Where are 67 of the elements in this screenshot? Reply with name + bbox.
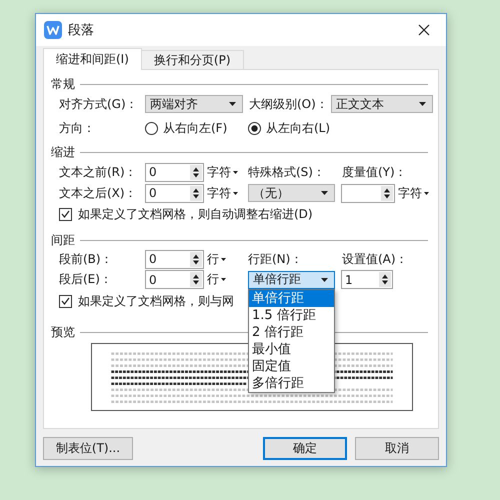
field-label: 行距(N)： — [248, 250, 304, 268]
radio-button[interactable] — [248, 122, 261, 134]
caret-icon — [221, 258, 226, 260]
menu-option[interactable]: 2 倍行距 — [249, 324, 334, 340]
spinner-icon[interactable] — [190, 164, 202, 180]
spinner-icon[interactable] — [379, 272, 391, 287]
menu-option[interactable]: 1.5 倍行距 — [249, 306, 334, 324]
dropdown[interactable]: 正文文本 — [331, 95, 433, 113]
field-label: 文本之后(X)： — [59, 184, 138, 202]
caret-icon — [233, 170, 238, 174]
app-logo-icon — [44, 21, 62, 39]
tab[interactable]: 换行和分页(P) — [140, 50, 244, 69]
spinner-icon[interactable] — [190, 186, 202, 200]
number-field[interactable]: 0 — [145, 250, 204, 268]
checkbox-label: 如果定义了文档网格，则自动调整右缩进(D) — [78, 206, 313, 222]
field-label: 方向： — [59, 120, 96, 136]
spinner-icon[interactable] — [190, 252, 202, 266]
field-label: 段后(E)： — [59, 271, 113, 288]
unit-label[interactable]: 字符 — [207, 164, 231, 180]
caret-icon — [419, 102, 426, 106]
checkbox[interactable] — [59, 208, 72, 220]
close-icon[interactable] — [418, 24, 430, 36]
unit-label[interactable]: 字符 — [398, 184, 422, 202]
caret-icon — [229, 102, 236, 106]
section-heading: 缩进 — [51, 144, 75, 160]
field-label: 对齐方式(G)： — [59, 96, 139, 112]
unit-label[interactable]: 行 — [207, 250, 219, 268]
field-label: 特殊格式(S)： — [248, 164, 326, 180]
menu-option[interactable]: 最小值 — [249, 340, 334, 358]
dialog-button[interactable]: 取消 — [355, 437, 439, 460]
number-field[interactable] — [341, 184, 395, 202]
caret-icon — [321, 191, 328, 195]
spinner-icon[interactable] — [381, 186, 393, 200]
caret-icon — [233, 192, 238, 194]
menu-option[interactable]: 多倍行距 — [249, 374, 334, 392]
field-label: 文本之前(R)： — [59, 164, 138, 180]
tab-stops-button[interactable]: 制表位(T)... — [43, 437, 133, 460]
number-field[interactable]: 0 — [145, 184, 204, 202]
section-heading: 间距 — [51, 232, 75, 248]
caret-icon — [321, 278, 328, 282]
unit-label[interactable]: 行 — [207, 271, 219, 288]
dialog-button[interactable]: 确定 — [263, 437, 347, 460]
number-field[interactable]: 0 — [145, 162, 204, 182]
dropdown[interactable]: （无） — [248, 184, 335, 202]
section-heading: 预览 — [51, 324, 75, 340]
caret-icon — [221, 278, 226, 281]
field-label: 大纲级别(O)： — [249, 96, 329, 112]
caret-icon — [424, 192, 429, 194]
dropdown[interactable]: 单倍行距 — [248, 270, 335, 288]
radio-label: 从左向右(L) — [266, 120, 330, 136]
number-field[interactable]: 0 — [145, 270, 204, 289]
section-heading: 常规 — [51, 76, 75, 92]
window-title: 段落 — [68, 22, 95, 39]
radio-button[interactable] — [145, 122, 158, 134]
unit-label[interactable]: 字符 — [207, 184, 231, 202]
dropdown[interactable]: 两端对齐 — [145, 95, 243, 113]
field-label: 设置值(A)： — [342, 250, 408, 268]
checkbox[interactable] — [59, 294, 72, 308]
menu-option[interactable]: 单倍行距 — [249, 290, 334, 306]
radio-label: 从右向左(F) — [163, 120, 228, 136]
field-label: 度量值(Y)： — [342, 164, 407, 180]
menu-option[interactable]: 固定值 — [249, 358, 334, 374]
checkbox-label: 如果定义了文档网格，则与网 — [78, 292, 234, 310]
field-label: 段前(B)： — [59, 250, 114, 268]
spinner-icon[interactable] — [190, 272, 202, 287]
number-field[interactable]: 1 — [341, 270, 393, 289]
tab[interactable]: 缩进和间距(I) — [43, 48, 142, 70]
